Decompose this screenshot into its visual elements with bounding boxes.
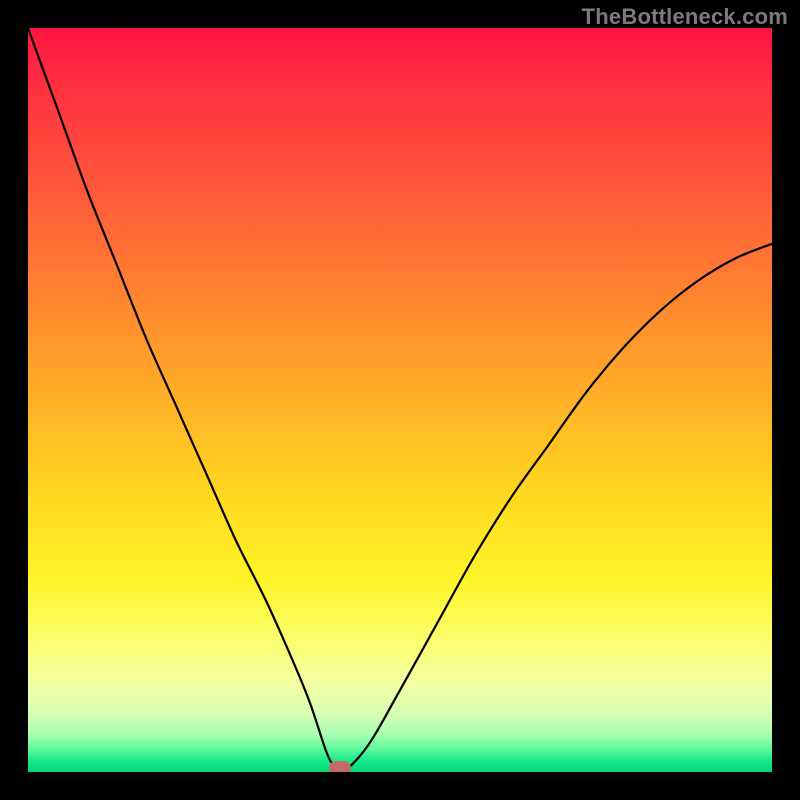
watermark-text: TheBottleneck.com (582, 4, 788, 30)
chart-frame: TheBottleneck.com (0, 0, 800, 800)
plot-area (28, 28, 772, 772)
bottleneck-curve (28, 28, 772, 772)
curve-path (28, 28, 772, 770)
optimal-point-marker (329, 761, 351, 772)
